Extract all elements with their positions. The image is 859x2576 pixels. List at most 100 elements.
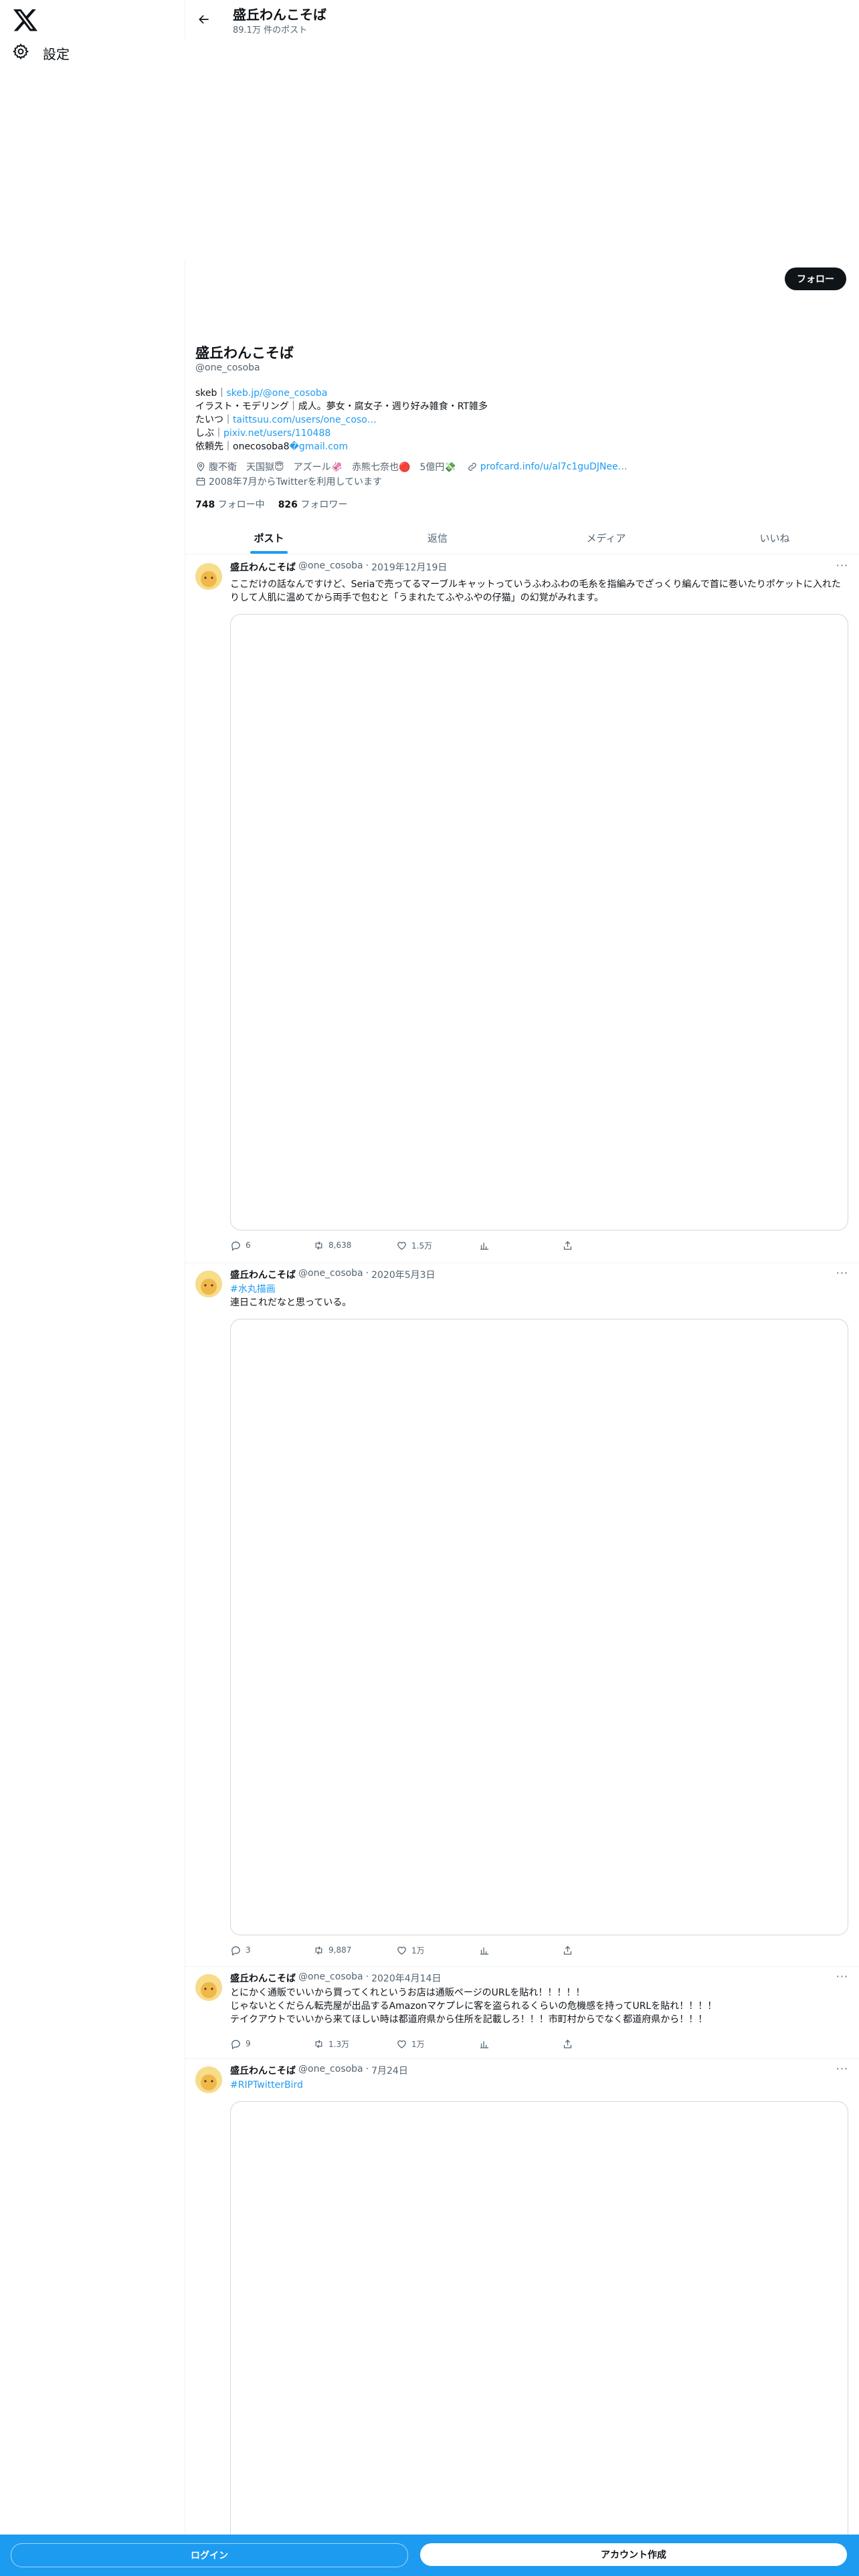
heart-icon: [397, 1946, 406, 1955]
more-icon[interactable]: ···: [836, 1970, 848, 1983]
reply-button[interactable]: 3: [230, 1945, 313, 1956]
tweet-actions: 3 9,887 1万: [230, 1943, 645, 1957]
views-button[interactable]: [479, 1945, 562, 1956]
reply-icon: [231, 2040, 240, 2050]
retweet-button[interactable]: 8,638: [313, 1240, 396, 1251]
retweet-button[interactable]: 1.3万: [313, 2038, 396, 2050]
gear-icon: [12, 43, 29, 64]
reply-button[interactable]: 9: [230, 2038, 313, 2050]
signup-button[interactable]: アカウント作成: [420, 2543, 847, 2566]
tweet-actions: 6 8,638 1.5万: [230, 1239, 645, 1252]
retweet-icon: [315, 1945, 322, 1955]
reply-button[interactable]: 6: [230, 1240, 313, 1251]
main-column: 盛丘わんこそば 89.1万 件のポスト フォロー 盛丘わんこそば @one_co…: [185, 0, 859, 2576]
tweet-actions: 9 1.3万 1万: [230, 2037, 645, 2050]
more-icon[interactable]: ···: [836, 559, 848, 572]
profile-website[interactable]: profcard.info/u/al7c1guDJNee…: [467, 460, 628, 473]
avatar[interactable]: [195, 2066, 222, 2093]
tweet-text: #RIPTwitterBird: [230, 2078, 846, 2092]
like-button[interactable]: 1.5万: [396, 1240, 479, 1251]
bio-line: しぶ｜pixiv.net/users/110488: [195, 428, 331, 439]
tweet-header: 盛丘わんこそば @one_cosoba · 2020年5月3日: [230, 1268, 436, 1281]
login-button[interactable]: ログイン: [11, 2543, 408, 2567]
share-button[interactable]: [562, 1945, 645, 1956]
follow-button[interactable]: フォロー: [785, 267, 846, 290]
header-display-name: 盛丘わんこそば: [233, 7, 326, 23]
reply-icon: [231, 1241, 240, 1251]
tab-posts[interactable]: ポスト: [185, 522, 353, 554]
views-button[interactable]: [479, 1240, 562, 1251]
tweet-media[interactable]: [230, 614, 848, 1230]
tweet[interactable]: 盛丘わんこそば @one_cosoba · 7月24日 ··· #RIPTwit…: [185, 2058, 859, 2557]
settings-link[interactable]: 設定: [12, 43, 70, 64]
location-pin-icon: [197, 462, 205, 471]
tweet-text: ここだけの話なんですけど、Seriaで売ってるマーブルキャットっていうふわふわの…: [230, 579, 841, 603]
followers-link[interactable]: 826 フォロワー: [278, 498, 348, 511]
bio-line: たいつ｜taittsuu.com/users/one_coso…: [195, 415, 377, 425]
hashtag-link[interactable]: #RIPTwitterBird: [230, 2078, 846, 2092]
tweet-author-handle[interactable]: @one_cosoba: [298, 1971, 363, 1985]
heart-icon: [397, 1241, 406, 1250]
header-post-count: 89.1万 件のポスト: [233, 25, 308, 35]
profile-location: 腹不衛 天国獄😇 アズール🦑 赤熊七奈也🔴 5億円💸: [195, 460, 456, 473]
more-icon[interactable]: ···: [836, 2062, 848, 2075]
arrow-left-icon: [199, 15, 209, 24]
x-logo-icon[interactable]: [12, 7, 39, 33]
reply-icon: [231, 1946, 240, 1956]
share-button[interactable]: [562, 1240, 645, 1251]
tab-likes[interactable]: いいね: [690, 522, 859, 554]
heart-icon: [397, 2040, 406, 2048]
bio-line: skeb｜skeb.jp/@one_cosoba: [195, 388, 328, 399]
views-button[interactable]: [479, 2038, 562, 2050]
profile-banner[interactable]: [185, 39, 859, 259]
back-button[interactable]: [193, 8, 215, 31]
hashtag-link[interactable]: #水丸描画: [230, 1283, 846, 1296]
following-link[interactable]: 748 フォロー中: [195, 498, 265, 511]
profile-meta: 腹不衛 天国獄😇 アズール🦑 赤熊七奈也🔴 5億円💸 profcard.info…: [195, 460, 664, 473]
retweet-icon: [315, 2039, 322, 2048]
tweet[interactable]: 盛丘わんこそば @one_cosoba · 2020年4月14日 ··· とにか…: [185, 1966, 859, 2059]
share-icon: [563, 1241, 572, 1250]
profile-bio: skeb｜skeb.jp/@one_cosoba イラスト・モデリング｜成人。夢…: [195, 387, 488, 453]
bio-link-pixiv[interactable]: pixiv.net/users/110488: [223, 428, 330, 439]
tweet-date[interactable]: 2020年5月3日: [371, 1268, 435, 1281]
tweet-author-handle[interactable]: @one_cosoba: [298, 2064, 363, 2077]
profile-joined: 2008年7月からTwitterを利用しています: [195, 475, 382, 488]
tweet-date[interactable]: 2019年12月19日: [371, 560, 447, 574]
tweet-author-name[interactable]: 盛丘わんこそば: [230, 560, 296, 574]
tweet-date[interactable]: 2020年4月14日: [371, 1971, 441, 1985]
profile-display-name: 盛丘わんこそば: [195, 345, 294, 361]
calendar-icon: [196, 477, 205, 486]
tweet-author-name[interactable]: 盛丘わんこそば: [230, 2064, 296, 2077]
tweet-date[interactable]: 7月24日: [371, 2064, 408, 2077]
like-button[interactable]: 1万: [396, 2038, 479, 2050]
like-button[interactable]: 1万: [396, 1945, 479, 1956]
profile-handle: @one_cosoba: [195, 362, 260, 373]
tweet[interactable]: 盛丘わんこそば @one_cosoba · 2019年12月19日 ··· ここ…: [185, 555, 859, 1263]
retweet-button[interactable]: 9,887: [313, 1945, 396, 1956]
tweet-author-handle[interactable]: @one_cosoba: [298, 560, 363, 574]
tweet-author-handle[interactable]: @one_cosoba: [298, 1268, 363, 1281]
tweet-media[interactable]: [230, 2101, 848, 2557]
avatar[interactable]: [195, 1974, 222, 2001]
avatar[interactable]: [195, 563, 222, 590]
bio-link-skeb[interactable]: skeb.jp/@one_cosoba: [226, 388, 327, 399]
tweet-media[interactable]: [230, 1319, 848, 1935]
retweet-icon: [315, 1241, 322, 1250]
tab-media[interactable]: メディア: [522, 522, 690, 554]
tweet-text: #水丸描画 連日これだなと思っている。: [230, 1283, 846, 1309]
follow-stats: 748 フォロー中 826 フォロワー: [195, 498, 347, 511]
avatar[interactable]: [195, 1271, 222, 1297]
bottom-signup-bar: ログイン アカウント作成: [0, 2535, 859, 2576]
bio-link-email[interactable]: �gmail.com: [290, 441, 349, 452]
tweet-author-name[interactable]: 盛丘わんこそば: [230, 1268, 296, 1281]
share-icon: [563, 1945, 572, 1955]
profile-tabs: ポスト 返信 メディア いいね: [185, 522, 859, 554]
bio-link-taittsuu[interactable]: taittsuu.com/users/one_coso…: [233, 415, 377, 425]
tweet-author-name[interactable]: 盛丘わんこそば: [230, 1971, 296, 1985]
share-button[interactable]: [562, 2038, 645, 2050]
tweet[interactable]: 盛丘わんこそば @one_cosoba · 2020年5月3日 ··· #水丸描…: [185, 1263, 859, 1967]
tab-replies[interactable]: 返信: [353, 522, 522, 554]
more-icon[interactable]: ···: [836, 1267, 848, 1279]
tweet-header: 盛丘わんこそば @one_cosoba · 2019年12月19日: [230, 560, 448, 574]
